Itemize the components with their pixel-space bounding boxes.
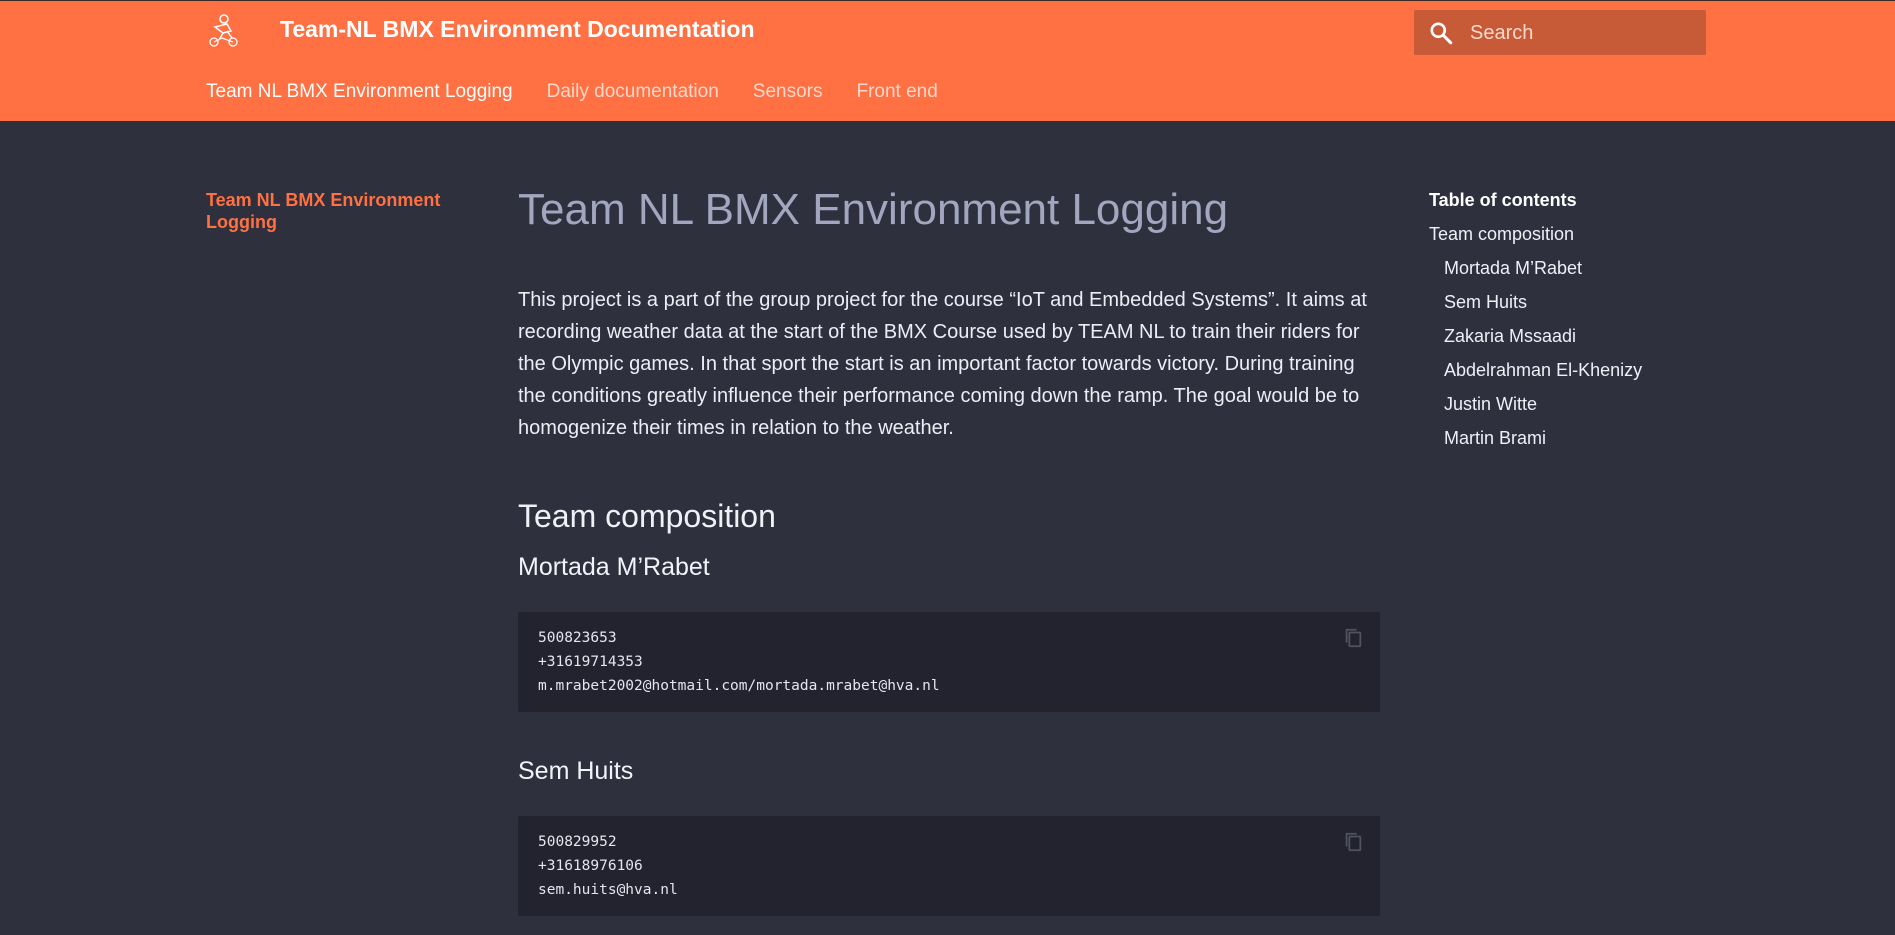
sidebar-item-active-page[interactable]: Team NL BMX Environment Logging (206, 189, 466, 233)
toc-item-abdelrahman[interactable]: Abdelrahman El-Khenizy (1429, 353, 1729, 387)
bmx-rider-logo-icon[interactable] (205, 13, 241, 49)
page-title: Team NL BMX Environment Logging (518, 185, 1229, 234)
member-heading: Sem Huits (518, 757, 634, 785)
member-heading: Mortada M’Rabet (518, 553, 710, 581)
top-header: Team-NL BMX Environment Documentation Te… (0, 0, 1895, 121)
toc-item-team-composition[interactable]: Team composition (1429, 217, 1729, 251)
code-line: +31618976106 (538, 858, 643, 874)
main-content: Team NL BMX Environment Logging This pro… (518, 180, 1380, 916)
copy-icon[interactable] (1342, 626, 1364, 650)
code-line: 500823653 (538, 630, 617, 646)
toc-item-justin[interactable]: Justin Witte (1429, 387, 1729, 421)
search-input[interactable] (1468, 10, 1702, 57)
tab-daily-documentation[interactable]: Daily documentation (547, 81, 719, 103)
code-line: +31619714353 (538, 654, 643, 670)
toc-item-sem[interactable]: Sem Huits (1429, 285, 1729, 319)
site-title[interactable]: Team-NL BMX Environment Documentation (280, 16, 755, 43)
tab-sensors[interactable]: Sensors (753, 81, 823, 103)
toc-item-mortada[interactable]: Mortada M’Rabet (1429, 251, 1729, 285)
toc-item-martin[interactable]: Martin Brami (1429, 421, 1729, 455)
copy-icon[interactable] (1342, 830, 1364, 854)
toc-title: Table of contents (1429, 190, 1577, 210)
search-icon[interactable] (1428, 20, 1454, 46)
code-line: sem.huits@hva.nl (538, 882, 678, 898)
code-block: 500829952 +31618976106 sem.huits@hva.nl (518, 816, 1380, 916)
code-line: m.mrabet2002@hotmail.com/mortada.mrabet@… (538, 678, 940, 694)
tab-front-end[interactable]: Front end (856, 81, 937, 103)
search-box[interactable] (1414, 10, 1706, 57)
section-heading-team-composition: Team composition (518, 498, 776, 534)
toc-item-zakaria[interactable]: Zakaria Mssaadi (1429, 319, 1729, 353)
nav-tabs: Team NL BMX Environment Logging Daily do… (206, 81, 938, 103)
code-line: 500829952 (538, 834, 617, 850)
tab-team-nl-bmx-environment-logging[interactable]: Team NL BMX Environment Logging (206, 81, 513, 103)
table-of-contents: Table of contents Team composition Morta… (1429, 189, 1729, 455)
code-block: 500823653 +31619714353 m.mrabet2002@hotm… (518, 612, 1380, 712)
intro-paragraph: This project is a part of the group proj… (518, 289, 1367, 439)
